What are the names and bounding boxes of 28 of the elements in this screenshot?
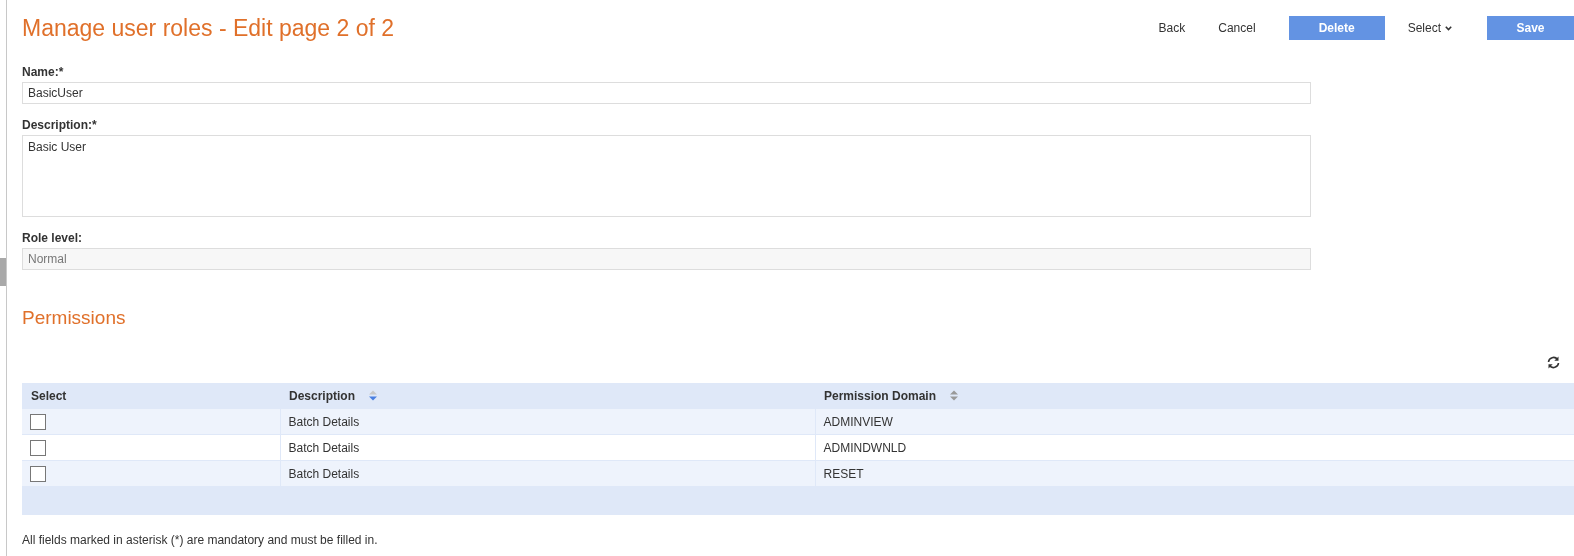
description-field[interactable]: Basic User <box>22 135 1311 217</box>
chevron-icon <box>1445 25 1452 31</box>
cancel-link[interactable]: Cancel <box>1218 21 1256 35</box>
page-title: Manage user roles - Edit page 2 of 2 <box>22 14 396 42</box>
sort-icon[interactable] <box>950 390 959 401</box>
column-header[interactable]: Select <box>31 388 67 403</box>
sort-icon[interactable] <box>369 390 377 401</box>
row-checkbox[interactable] <box>30 465 46 482</box>
name-field[interactable]: BasicUser <box>22 82 1311 104</box>
table-cell: Batch Details <box>288 440 360 455</box>
collapse-handle[interactable] <box>0 258 6 286</box>
column-header[interactable]: Permission Domain <box>824 388 937 403</box>
section-heading: Permissions <box>22 307 127 329</box>
table-cell: ADMINVIEW <box>823 414 893 429</box>
table-cell: ADMINDWNLD <box>823 440 907 455</box>
row-checkbox[interactable] <box>30 413 46 430</box>
table-cell: Batch Details <box>288 414 360 429</box>
table-cell: Batch Details <box>288 466 360 481</box>
refresh-icon[interactable] <box>1547 356 1560 369</box>
field-label: Role level: <box>22 230 84 246</box>
select-dropdown[interactable]: Select <box>1407 21 1452 35</box>
column-header[interactable]: Description <box>289 388 355 403</box>
row-checkbox[interactable] <box>30 439 46 456</box>
back-link[interactable]: Back <box>1158 21 1186 35</box>
mandatory-note: All fields marked in asterisk (*) are mandatory and must be filled in. <box>22 533 379 547</box>
field-label: Description:* <box>22 117 98 133</box>
field-label: Name:* <box>22 64 65 80</box>
table-cell: RESET <box>823 466 864 481</box>
